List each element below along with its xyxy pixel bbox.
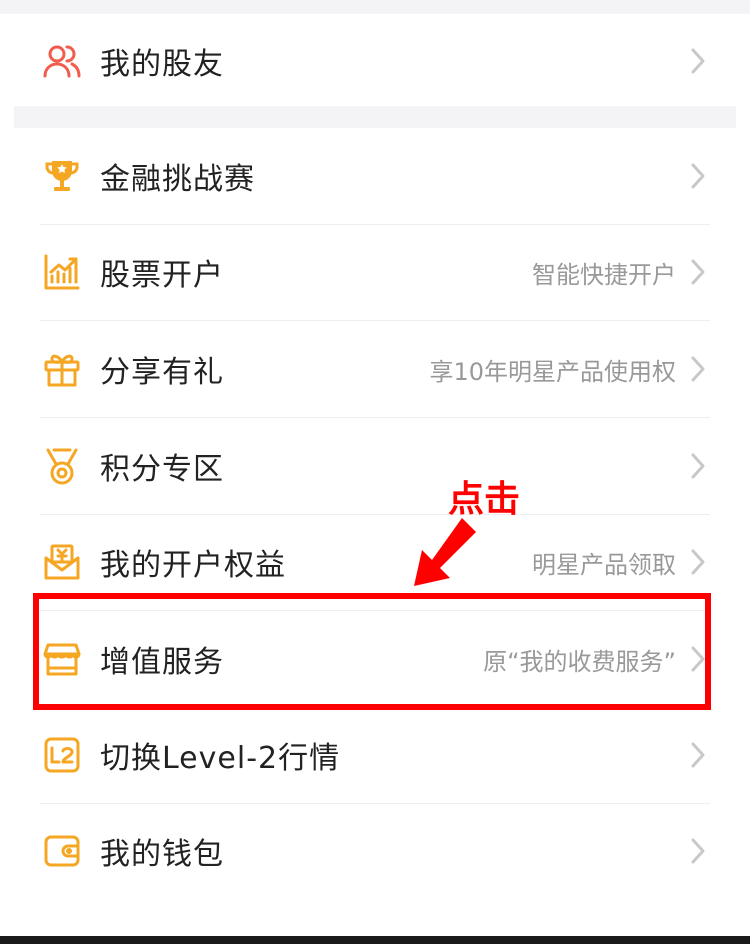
menu-item-label: 股票开户: [100, 258, 224, 293]
chevron-right-icon: [688, 740, 708, 770]
chevron-right-icon: [688, 257, 708, 287]
menu-item-my-friends[interactable]: 我的股友: [40, 14, 710, 108]
menu-item-hint: 享10年明星产品使用权: [429, 357, 676, 386]
chevron-right-icon: [688, 354, 708, 384]
bottom-bar: [0, 936, 750, 944]
menu-item-hint: 明星产品领取: [532, 550, 676, 579]
menu-item-label: 积分专区: [100, 452, 224, 487]
l2-icon: [40, 733, 84, 777]
menu-item-points-zone[interactable]: 积分专区: [40, 418, 710, 515]
menu-item-label: 我的股友: [100, 47, 224, 82]
chevron-right-icon: [688, 547, 708, 577]
menu-item-hint: 智能快捷开户: [532, 260, 676, 289]
group-separator: [14, 106, 736, 128]
menu-item-label: 我的钱包: [100, 837, 224, 872]
chevron-right-icon: [688, 836, 708, 866]
menu-item-label: 切换Level-2行情: [100, 741, 341, 776]
users-icon: [40, 39, 84, 83]
top-gap: [0, 0, 750, 14]
menu-item-label: 金融挑战赛: [100, 162, 255, 197]
annotation-arrow-icon: [414, 518, 476, 586]
menu-item-my-wallet[interactable]: 我的钱包: [40, 803, 710, 899]
chevron-right-icon: [688, 451, 708, 481]
menu-item-stock-account[interactable]: 股票开户 智能快捷开户: [40, 224, 710, 321]
yuan-envelope-icon: [40, 540, 84, 584]
trophy-icon: [40, 154, 84, 198]
menu-item-finance-challenge[interactable]: 金融挑战赛: [40, 128, 710, 225]
annotation-highlight-box: [33, 593, 711, 710]
chevron-right-icon: [688, 46, 708, 76]
menu-item-switch-level2[interactable]: 切换Level-2行情: [40, 707, 710, 804]
gift-icon: [40, 347, 84, 391]
menu-item-share-gift[interactable]: 分享有礼 享10年明星产品使用权: [40, 321, 710, 418]
chevron-right-icon: [688, 161, 708, 191]
menu-item-label: 分享有礼: [100, 355, 224, 390]
wallet-icon: [40, 829, 84, 873]
medal-icon: [40, 444, 84, 488]
stock-chart-icon: [40, 250, 84, 294]
